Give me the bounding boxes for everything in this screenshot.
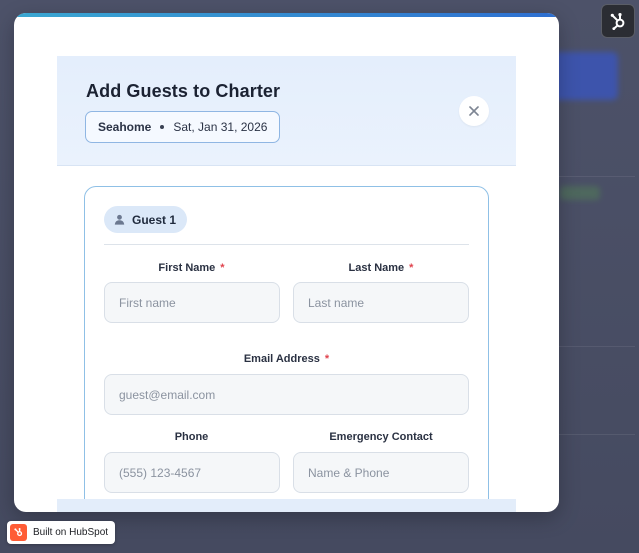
last-name-label: Last Name * — [293, 262, 469, 274]
add-guests-modal: Add Guests to Charter Seahome Sat, Jan 3… — [14, 13, 559, 512]
required-marker: * — [220, 262, 225, 274]
email-input[interactable] — [104, 374, 469, 415]
email-label-text: Email Address — [243, 353, 320, 365]
phone-input[interactable] — [104, 452, 280, 493]
modal-accent-bar — [14, 13, 559, 17]
required-marker: * — [324, 353, 330, 365]
charter-info-pill: Seahome Sat, Jan 31, 2026 — [85, 111, 281, 143]
charter-date: Sat, Jan 31, 2026 — [173, 120, 268, 134]
modal-header: Add Guests to Charter Seahome Sat, Jan 3… — [57, 56, 516, 166]
guest-label: Guest 1 — [132, 212, 177, 227]
first-name-label: First Name * — [104, 262, 279, 274]
person-icon — [114, 214, 125, 225]
background-badge-blur — [560, 186, 600, 200]
guest-label-chip: Guest 1 — [104, 206, 188, 233]
first-name-label-text: First Name — [158, 262, 216, 274]
last-name-label-text: Last Name — [348, 262, 405, 274]
charter-location: Seahome — [98, 120, 152, 134]
emergency-contact-input[interactable] — [293, 452, 469, 493]
last-name-input[interactable] — [293, 282, 469, 323]
modal-footer-strip — [57, 499, 516, 512]
badge-text: Built on HubSpot — [33, 527, 109, 538]
email-label: Email Address * — [104, 353, 469, 365]
hubspot-sprocket-icon — [610, 13, 625, 30]
modal-title: Add Guests to Charter — [86, 81, 281, 101]
hubspot-corner-button[interactable] — [601, 4, 635, 38]
close-icon — [469, 106, 479, 116]
emergency-contact-label: Emergency Contact — [329, 431, 433, 443]
phone-label: Phone — [174, 431, 209, 443]
separator-dot — [160, 125, 165, 129]
hubspot-logo-icon — [10, 524, 27, 541]
first-name-input[interactable] — [104, 282, 280, 323]
required-marker: * — [409, 262, 414, 274]
guest-divider — [104, 244, 469, 245]
close-button[interactable] — [459, 96, 489, 126]
built-on-hubspot-badge[interactable]: Built on HubSpot — [7, 521, 116, 544]
guest-card: Guest 1 First Name * Last Name * Email Add… — [84, 186, 489, 512]
